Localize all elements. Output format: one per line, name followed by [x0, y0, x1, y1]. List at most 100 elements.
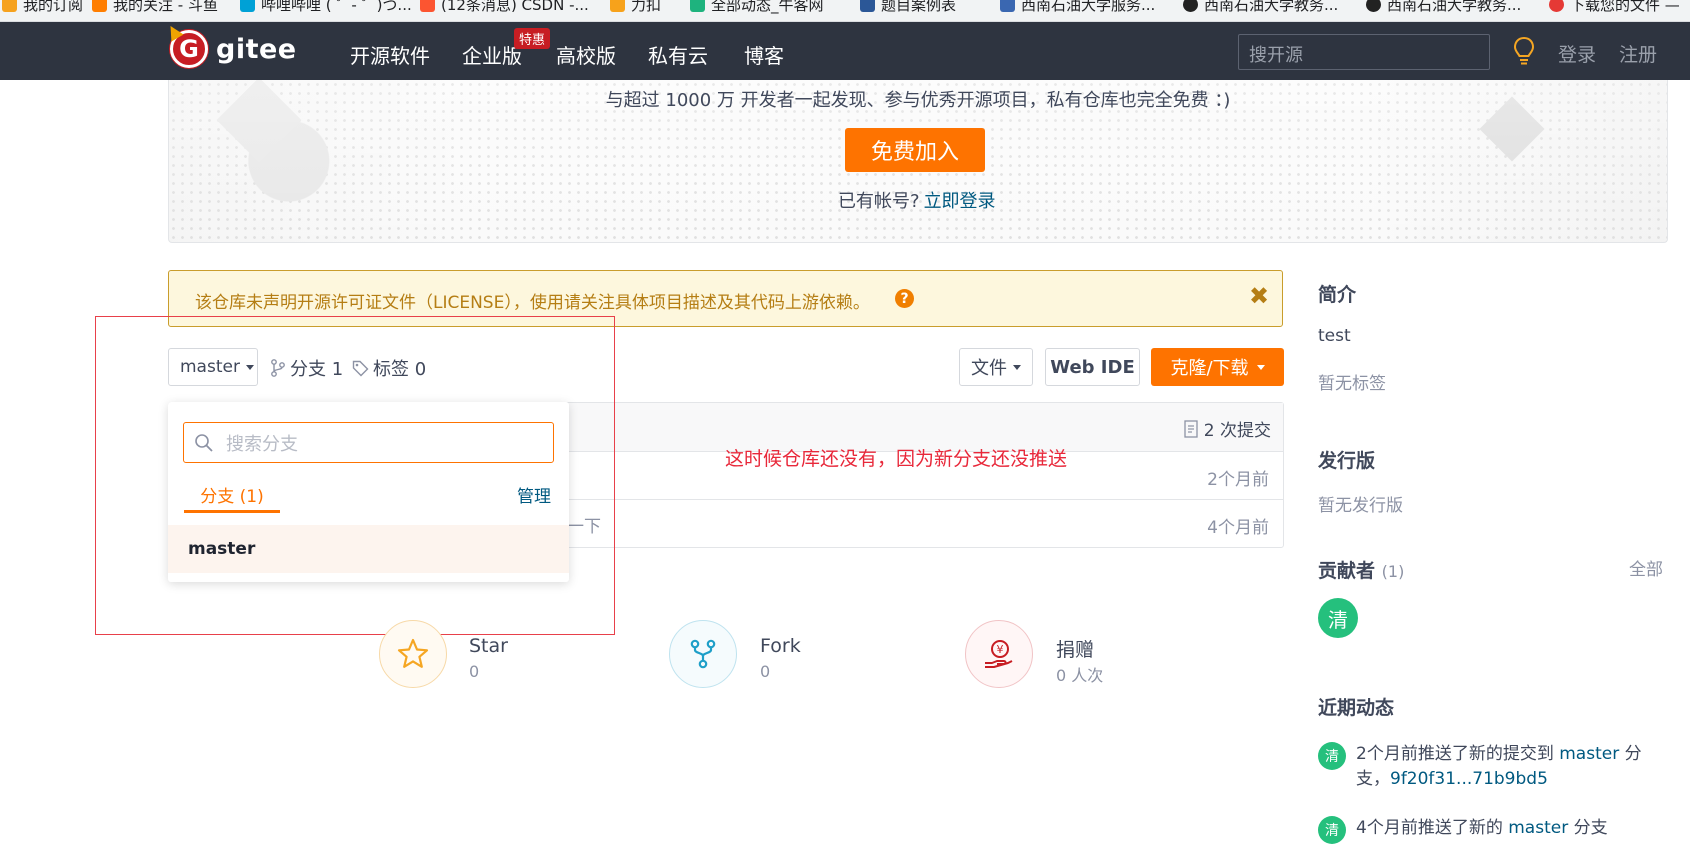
bookmark-favicon-icon — [690, 0, 705, 12]
bookmark-label: 西南石油大学服务... — [1021, 0, 1156, 14]
fork-button[interactable] — [669, 620, 737, 688]
bookmark-item[interactable]: 我的订阅 — [2, 0, 83, 15]
bookmark-item[interactable]: (12条消息) CSDN -... — [420, 0, 589, 15]
caret-down-icon — [1013, 364, 1021, 370]
nav-link-open-source[interactable]: 开源软件 — [350, 40, 430, 69]
file-age: 4个月前 — [1207, 518, 1269, 538]
login-link[interactable]: 登录 — [1558, 40, 1596, 67]
commit-count: 2 次提交 — [1203, 421, 1271, 441]
contributors-count: (1) — [1381, 562, 1405, 581]
commit-count-link[interactable]: 2 次提交 — [1184, 416, 1271, 441]
bookmark-item[interactable]: 西南石油大学教务... — [1366, 0, 1521, 15]
bookmark-label: 下载您的文件 — — [1570, 0, 1680, 14]
svg-text:¥: ¥ — [997, 643, 1004, 656]
bookmark-label: (12条消息) CSDN -... — [441, 0, 589, 14]
license-warning-text: 该仓库未声明开源许可证文件（LICENSE），使用请关注具体项目描述及其代码上游… — [195, 293, 870, 313]
fork-icon — [690, 639, 716, 669]
bookmark-item[interactable]: 力扣 — [610, 0, 661, 15]
nav-link-education[interactable]: 高校版 — [556, 40, 616, 69]
banner-subtitle: 与超过 1000 万 开发者一起发现、参与优秀开源项目，私有仓库也完全免费 ：) — [605, 90, 1231, 111]
star-count: 0 — [469, 662, 480, 681]
bookmark-favicon-icon — [240, 0, 255, 12]
bookmark-favicon-icon — [420, 0, 435, 12]
clone-button-label: 克隆/下载 — [1170, 358, 1249, 379]
bookmark-item[interactable]: 哔哩哔哩 ( ゜- ゜)つ... — [240, 0, 412, 15]
contributors-title: 贡献者 (1) — [1318, 556, 1404, 583]
logo-text: gitee — [216, 33, 297, 65]
activity-item: 2个月前推送了新的提交到 master 分支，9f20f31...71b9bd5 — [1356, 742, 1656, 792]
activity-text: 4个月前推送了新的 — [1356, 818, 1509, 838]
have-account-text: 已有帐号? 立即登录 — [838, 187, 996, 213]
bookmark-favicon-icon — [1183, 0, 1198, 12]
avatar[interactable]: 清 — [1318, 742, 1346, 770]
bookmark-item[interactable]: 西南石油大学服务... — [1000, 0, 1155, 15]
nav-link-blog[interactable]: 博客 — [744, 40, 784, 69]
nav-link-enterprise[interactable]: 企业版 — [462, 40, 522, 69]
register-link[interactable]: 注册 — [1619, 40, 1657, 67]
activity-branch-link[interactable]: master — [1559, 744, 1619, 764]
bookmark-favicon-icon — [610, 0, 625, 12]
annotation-box — [95, 316, 615, 635]
close-icon[interactable]: ✖ — [1249, 282, 1269, 310]
avatar[interactable]: 清 — [1318, 598, 1358, 638]
donate-label: 捐赠 — [1056, 639, 1095, 661]
promo-badge: 特惠 — [514, 28, 551, 49]
avatar[interactable]: 清 — [1318, 816, 1346, 844]
bookmark-label: 西南石油大学教务... — [1204, 0, 1339, 14]
bookmark-label: 全部动态_牛客网 — [711, 0, 824, 14]
free-join-button[interactable]: 免费加入 — [845, 128, 985, 172]
star-button[interactable] — [379, 620, 447, 688]
bookmark-label: 我的订阅 — [23, 0, 84, 14]
bookmark-favicon-icon — [2, 0, 17, 12]
bookmark-favicon-icon — [1366, 0, 1381, 12]
activity-item: 4个月前推送了新的 master 分支 — [1356, 816, 1656, 841]
top-navbar: G gitee 开源软件 企业版 特惠 高校版 私有云 博客 搜开源 登录 注册 — [0, 22, 1690, 80]
bookmark-item[interactable]: 西南石油大学教务... — [1183, 0, 1338, 15]
lightbulb-icon[interactable] — [1513, 36, 1535, 66]
file-menu-button[interactable]: 文件 — [959, 348, 1033, 386]
bookmark-label: 我的关注 - 斗鱼 — [113, 0, 218, 14]
nav-link-private-cloud[interactable]: 私有云 — [648, 40, 708, 69]
search-input[interactable]: 搜开源 — [1238, 34, 1490, 70]
bookmark-favicon-icon — [860, 0, 875, 12]
bookmark-item[interactable]: 全部动态_牛客网 — [690, 0, 824, 15]
bookmarks-bar: 我的订阅 我的关注 - 斗鱼 哔哩哔哩 ( ゜- ゜)つ... (12条消息) … — [0, 0, 1690, 22]
activity-branch-link[interactable]: master — [1508, 818, 1568, 838]
fork-count: 0 — [760, 662, 771, 681]
donate-count: 0 人次 — [1056, 666, 1104, 685]
gitee-logo-icon: G — [170, 30, 208, 68]
bookmark-favicon-icon — [1549, 0, 1564, 12]
bookmark-label: 哔哩哔哩 ( ゜- ゜)つ... — [261, 0, 412, 14]
fork-label: Fork — [760, 635, 801, 657]
annotation-text: 这时候仓库还没有，因为新分支还没推送 — [725, 448, 1068, 470]
star-label: Star — [469, 635, 508, 657]
no-tags-text: 暂无标签 — [1318, 374, 1386, 394]
star-icon — [397, 638, 429, 668]
file-age: 2个月前 — [1207, 470, 1269, 490]
clone-download-button[interactable]: 克隆/下载 — [1151, 348, 1284, 386]
activity-text: 分支 — [1568, 818, 1608, 838]
web-ide-button[interactable]: Web IDE — [1045, 348, 1140, 386]
bookmark-item[interactable]: 下载您的文件 — — [1549, 0, 1680, 15]
recent-activity-title: 近期动态 — [1318, 697, 1395, 719]
donate-icon: ¥ — [985, 640, 1013, 668]
release-title: 发行版 — [1318, 450, 1376, 472]
login-now-link[interactable]: 立即登录 — [924, 191, 996, 212]
no-release-text: 暂无发行版 — [1318, 496, 1403, 516]
activity-commit-link[interactable]: 9f20f31...71b9bd5 — [1390, 769, 1548, 789]
commit-history-icon — [1184, 419, 1198, 438]
help-icon[interactable]: ? — [895, 289, 914, 308]
bookmark-favicon-icon — [1000, 0, 1015, 12]
intro-text: test — [1318, 326, 1351, 346]
caret-down-icon — [1256, 364, 1265, 370]
have-account-label: 已有帐号? — [838, 191, 920, 212]
gitee-logo[interactable]: G gitee — [170, 30, 297, 68]
bookmark-label: 题目案例表 — [881, 0, 957, 14]
activity-text: 2个月前推送了新的提交到 — [1356, 744, 1560, 764]
file-button-label: 文件 — [971, 358, 1007, 379]
bookmark-label: 力扣 — [631, 0, 662, 14]
contributors-all-link[interactable]: 全部 — [1629, 555, 1663, 580]
donate-button[interactable]: ¥ — [965, 620, 1033, 688]
bookmark-item[interactable]: 我的关注 - 斗鱼 — [92, 0, 218, 15]
bookmark-item[interactable]: 题目案例表 — [860, 0, 956, 15]
